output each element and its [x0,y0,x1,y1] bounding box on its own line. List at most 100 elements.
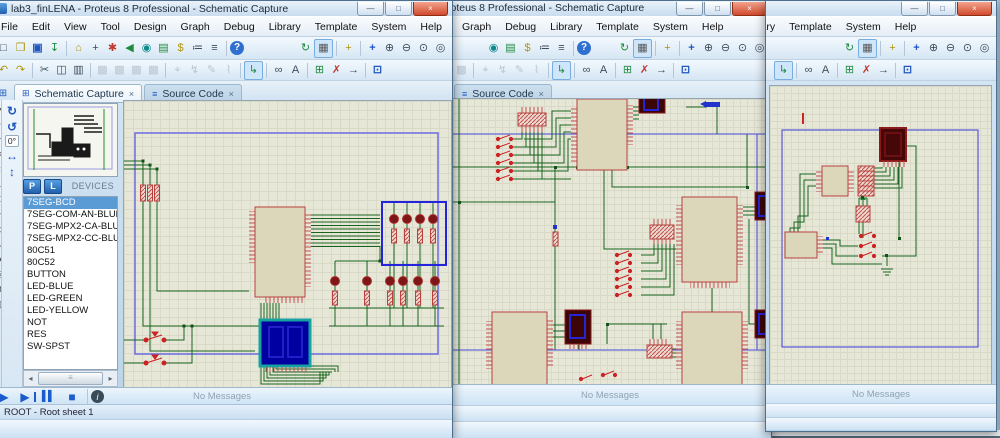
resistor[interactable] [333,291,438,305]
block-delete-icon[interactable]: ▩ [453,62,470,79]
menu-item-view[interactable]: View [57,20,94,34]
device-item[interactable]: 80C52 [24,257,117,269]
zoom-out-icon[interactable]: ⊖ [398,40,415,57]
gear-icon[interactable]: ✱ [104,40,121,57]
push-button[interactable] [144,355,166,365]
led[interactable] [390,215,438,224]
goto-sheet-icon[interactable]: → [653,62,670,79]
property-assign-icon[interactable]: A [817,62,834,79]
autoroute-icon[interactable]: ↳ [774,61,793,80]
menu-item-system[interactable]: System [839,20,888,34]
redo-icon[interactable]: ↷ [12,62,29,79]
minimize-button[interactable]: — [357,2,384,16]
isis-icon[interactable]: ⊡ [369,62,386,79]
device-item[interactable]: SW-SPST [24,341,117,353]
device-item-selected[interactable]: 7SEG-BCD [24,197,117,209]
seven-segment-display[interactable] [880,128,906,167]
maximize-button[interactable]: □ [929,2,956,16]
seven-segment-display[interactable] [565,310,591,349]
zoom-all-icon[interactable]: ◎ [976,40,993,57]
goto-sheet-icon[interactable]: → [345,62,362,79]
menu-item-edit[interactable]: Edit [25,20,57,34]
zoom-area-icon[interactable]: ⊙ [734,40,751,57]
seven-segment-display[interactable] [260,320,310,372]
tab-close-icon[interactable]: × [539,89,544,99]
menu-item-template[interactable]: Template [782,20,839,34]
overview-pane[interactable] [23,103,118,177]
schematic-canvas[interactable] [769,85,992,386]
info-icon[interactable]: i [91,390,104,403]
device-item[interactable]: NOT [24,317,117,329]
menu-item-help[interactable]: Help [888,20,924,34]
junction-icon[interactable]: + [87,40,104,57]
resistor-pack[interactable] [856,196,870,222]
bom-icon[interactable]: $ [172,40,189,57]
zoom-out-icon[interactable]: ⊖ [717,40,734,57]
grid-toggle-icon[interactable]: ▦ [314,39,333,58]
ic-component[interactable] [249,207,311,303]
device-item[interactable]: 7SEG-COM-AN-BLUE [24,209,117,221]
resistor[interactable] [148,185,153,201]
resistor-pack[interactable] [858,166,874,196]
rotate-cw-icon[interactable]: ↻ [4,103,20,118]
schematic-mode-icon[interactable]: ⊞ [0,86,11,101]
ic-component[interactable] [816,166,854,196]
scroll-right-icon[interactable]: ▸ [104,374,117,383]
design-explorer-icon[interactable]: ▤ [502,40,519,57]
block-move-icon[interactable]: ▩ [111,62,128,79]
maximize-button[interactable]: □ [385,2,412,16]
design-explorer-icon[interactable]: ▤ [155,40,172,57]
device-item[interactable]: RES [24,329,117,341]
goto-sheet-icon[interactable]: → [875,62,892,79]
menu-item-debug[interactable]: Debug [498,20,543,34]
resistor[interactable] [392,229,436,243]
zoom-all-icon[interactable]: ◎ [432,40,449,57]
grid-toggle-icon[interactable]: ▦ [633,39,652,58]
property-assign-icon[interactable]: A [287,62,304,79]
copy-icon[interactable]: ◫ [53,62,70,79]
new-file-icon[interactable]: □ [0,40,12,57]
bom-icon[interactable]: $ [519,40,536,57]
device-item[interactable]: LED-YELLOW [24,305,117,317]
edit-icon[interactable]: ✎ [203,62,220,79]
close-button[interactable]: × [732,2,767,16]
block-rotate-icon[interactable]: ▩ [128,62,145,79]
tool-icon[interactable]: ⌇ [220,62,237,79]
play-button[interactable]: ▶ [0,389,16,404]
seven-segment-display[interactable] [639,99,665,113]
refresh-icon[interactable]: ↻ [297,40,314,57]
menu-item-help[interactable]: Help [695,20,731,34]
search-icon[interactable]: ∞ [800,62,817,79]
ic-component[interactable] [571,99,633,170]
pan-icon[interactable]: + [364,40,381,57]
new-sheet-icon[interactable]: ⊞ [619,62,636,79]
resistor-pack[interactable] [650,219,674,244]
zoom-out-icon[interactable]: ⊖ [942,40,959,57]
menu-item-graph[interactable]: Graph [174,20,217,34]
zoom-selection-icon[interactable]: ⌖ [169,62,186,79]
menu-item-library[interactable]: Library [543,20,589,34]
menu-item-graph[interactable]: Graph [455,20,498,34]
menu-item-design[interactable]: Design [127,20,174,34]
zoom-selection-icon[interactable]: ⌖ [477,62,494,79]
text-doc-icon[interactable]: ≡ [206,40,223,57]
electra-icon[interactable]: ≔ [536,40,553,57]
wire-icon[interactable]: ↯ [186,62,203,79]
ic-component[interactable] [785,232,823,258]
zoom-area-icon[interactable]: ⊙ [959,40,976,57]
schematic-canvas[interactable] [123,100,452,389]
menu-item-debug[interactable]: Debug [217,20,262,34]
world-icon[interactable]: ◉ [485,40,502,57]
property-assign-icon[interactable]: A [595,62,612,79]
autoroute-icon[interactable]: ↳ [552,61,571,80]
push-button[interactable] [144,332,166,342]
origin-icon[interactable]: + [340,40,357,57]
led[interactable] [331,277,440,286]
ic-component[interactable] [676,312,748,385]
search-icon[interactable]: ∞ [578,62,595,79]
tool-icon[interactable]: ⌇ [528,62,545,79]
origin-icon[interactable]: + [659,40,676,57]
switch-cluster[interactable] [615,251,631,297]
minimize-button[interactable]: — [676,2,703,16]
edit-icon[interactable]: ✎ [511,62,528,79]
